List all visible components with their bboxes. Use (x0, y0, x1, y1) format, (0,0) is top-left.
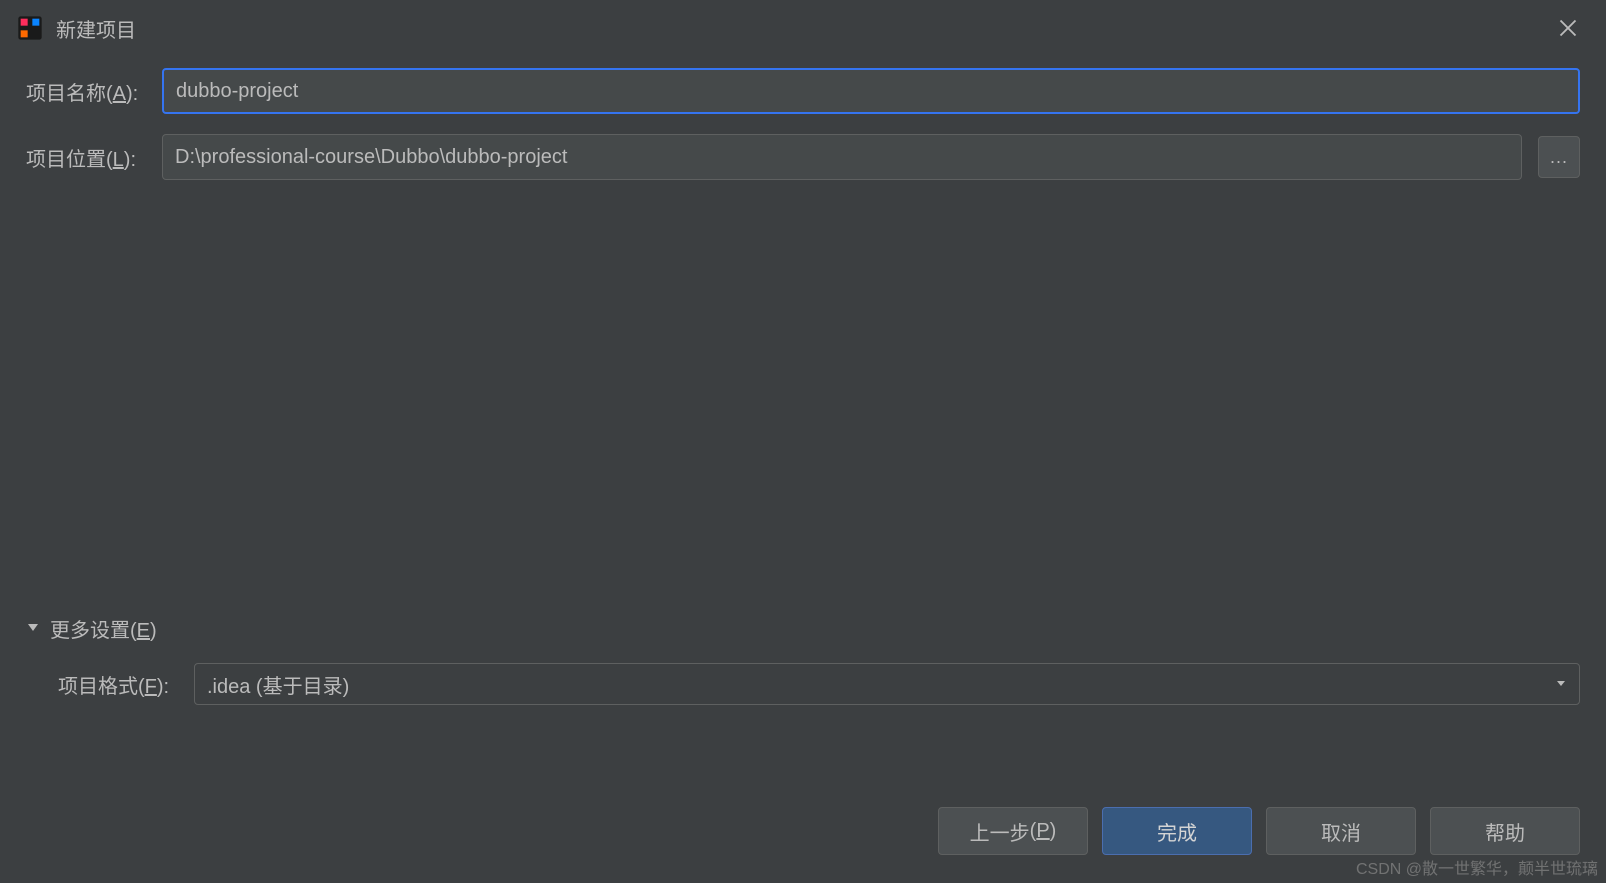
footer-buttons: 上一步 (P) 完成 取消 帮助 (938, 807, 1580, 855)
window-title: 新建项目 (56, 14, 1546, 43)
close-icon (1558, 18, 1578, 38)
project-format-value: .idea (基于目录) (207, 670, 1555, 699)
previous-button[interactable]: 上一步 (P) (938, 807, 1088, 855)
finish-button[interactable]: 完成 (1102, 807, 1252, 855)
cancel-button[interactable]: 取消 (1266, 807, 1416, 855)
help-button[interactable]: 帮助 (1430, 807, 1580, 855)
close-button[interactable] (1546, 6, 1590, 50)
more-settings-expander[interactable]: 更多设置(E) (26, 614, 1580, 643)
project-name-label: 项目名称(A): (26, 77, 146, 106)
project-location-row: 项目位置(L): ... (26, 134, 1580, 180)
project-format-row: 项目格式(F): .idea (基于目录) (58, 663, 1580, 705)
watermark: CSDN @散一世繁华，颠半世琉璃 (1356, 855, 1598, 879)
intellij-icon (16, 14, 44, 42)
project-location-input[interactable] (162, 134, 1522, 180)
form-content: 项目名称(A): 项目位置(L): ... (0, 56, 1606, 180)
project-name-input[interactable] (162, 68, 1580, 114)
browse-button[interactable]: ... (1538, 136, 1580, 178)
project-location-label: 项目位置(L): (26, 143, 146, 172)
chevron-down-icon (1555, 673, 1567, 695)
titlebar: 新建项目 (0, 0, 1606, 56)
project-name-row: 项目名称(A): (26, 68, 1580, 114)
project-format-dropdown[interactable]: .idea (基于目录) (194, 663, 1580, 705)
more-settings-section: 更多设置(E) 项目格式(F): .idea (基于目录) (26, 614, 1580, 705)
chevron-down-icon (26, 618, 40, 640)
project-format-label: 项目格式(F): (58, 670, 178, 699)
more-settings-title: 更多设置(E) (50, 614, 157, 643)
